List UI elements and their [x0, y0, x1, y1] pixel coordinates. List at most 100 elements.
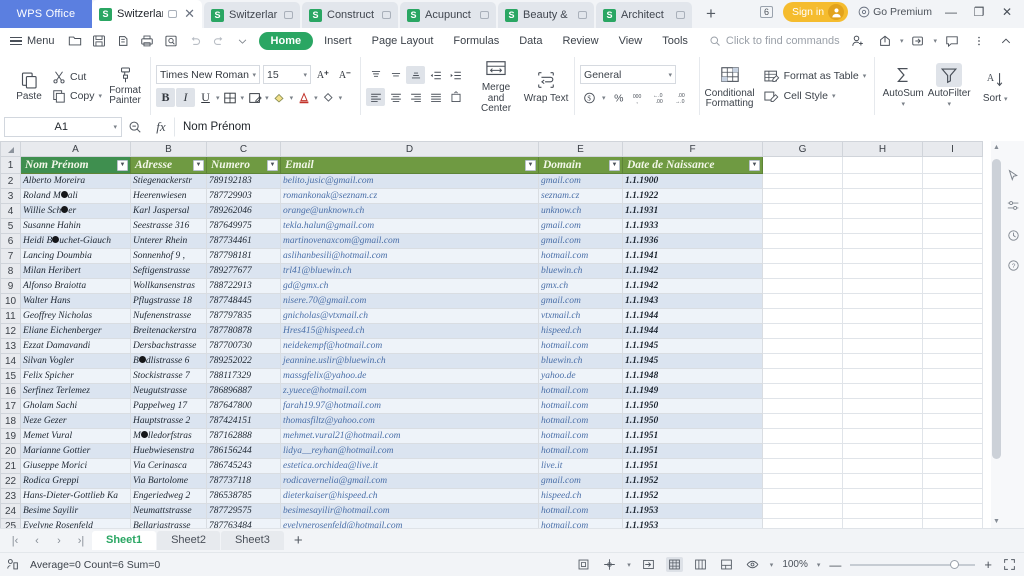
cell-addr[interactable]: Wollkansenstras: [131, 279, 207, 294]
tab-restore-icon[interactable]: [676, 11, 685, 19]
cell-name[interactable]: Silvan Vogler: [21, 354, 131, 369]
filter-dropdown-icon[interactable]: ▼: [749, 160, 760, 171]
column-header-F[interactable]: F: [623, 142, 763, 157]
share-icon[interactable]: [873, 30, 897, 52]
copy-caret-icon[interactable]: ▾: [99, 92, 103, 100]
cell-mail[interactable]: aslihanbesili@hotmail.com: [281, 249, 539, 264]
cell-date[interactable]: 1.1.1951: [623, 459, 763, 474]
column-header-C[interactable]: C: [207, 142, 281, 157]
empty-cell[interactable]: [843, 174, 923, 189]
filter-dropdown-icon[interactable]: ▼: [117, 160, 128, 171]
align-left-button[interactable]: [366, 88, 385, 106]
cell-num[interactable]: 787780878: [207, 324, 281, 339]
cell-name[interactable]: Walter Hans: [21, 294, 131, 309]
empty-cell[interactable]: [843, 157, 923, 174]
tab-count-badge[interactable]: 6: [760, 6, 773, 18]
clear-formatting-caret-icon[interactable]: ▾: [339, 94, 343, 102]
cell-num[interactable]: 787763484: [207, 519, 281, 529]
copy-button[interactable]: Copy ▾: [49, 88, 105, 104]
sheet-tab-sheet1[interactable]: Sheet1: [92, 531, 156, 550]
cell-mail[interactable]: rodicavernelia@gmail.com: [281, 474, 539, 489]
cell-num[interactable]: 786538785: [207, 489, 281, 504]
cell-addr[interactable]: Stiegenackerstr: [131, 174, 207, 189]
empty-cell[interactable]: [763, 354, 843, 369]
cell-name[interactable]: Alberto Moreira: [21, 174, 131, 189]
close-window-button[interactable]: ✕: [998, 5, 1016, 19]
empty-cell[interactable]: [923, 309, 983, 324]
cell-date[interactable]: 1.1.1941: [623, 249, 763, 264]
cell-addr[interactable]: Pflugstrasse 18: [131, 294, 207, 309]
number-format-caret-icon[interactable]: ▾: [669, 71, 673, 79]
cell-date[interactable]: 1.1.1952: [623, 474, 763, 489]
document-tab[interactable]: SSwitzerlar: [204, 2, 300, 28]
column-header-G[interactable]: G: [763, 142, 843, 157]
cell-name[interactable]: Giuseppe Morici: [21, 459, 131, 474]
borders-button[interactable]: [221, 88, 240, 107]
font-size-caret-icon[interactable]: ▾: [304, 71, 308, 79]
column-header-A[interactable]: A: [21, 142, 131, 157]
zoom-caret-icon[interactable]: ▾: [817, 561, 821, 569]
zoom-out-button[interactable]: —: [829, 558, 841, 572]
cell-num[interactable]: 787729903: [207, 189, 281, 204]
row-header-19[interactable]: 19: [1, 429, 21, 444]
cell-style-caret-icon[interactable]: ▾: [832, 92, 836, 100]
column-header-H[interactable]: H: [843, 142, 923, 157]
cell-addr[interactable]: Bellariastrasse: [131, 519, 207, 529]
ribbon-tab-formulas[interactable]: Formulas: [444, 33, 508, 49]
empty-cell[interactable]: [923, 174, 983, 189]
empty-cell[interactable]: [923, 354, 983, 369]
add-collaborator-icon[interactable]: [846, 30, 870, 52]
cell-mail[interactable]: gnicholas@vtxmail.ch: [281, 309, 539, 324]
cell-num[interactable]: 787700730: [207, 339, 281, 354]
empty-cell[interactable]: [923, 474, 983, 489]
row-header-15[interactable]: 15: [1, 369, 21, 384]
add-sheet-button[interactable]: +: [285, 532, 312, 549]
header-cell-domain[interactable]: Domain▼: [539, 157, 623, 174]
empty-cell[interactable]: [763, 189, 843, 204]
fill-color-caret-icon[interactable]: ▾: [290, 94, 294, 102]
cell-num[interactable]: 786156244: [207, 444, 281, 459]
empty-cell[interactable]: [923, 339, 983, 354]
fill-button[interactable]: Fill ▾: [1018, 57, 1024, 115]
table-row[interactable]: 8Milan HeribertSeftigenstrasse789277677t…: [1, 264, 983, 279]
cell-num[interactable]: 787647800: [207, 399, 281, 414]
empty-cell[interactable]: [843, 294, 923, 309]
cell-addr[interactable]: Dersbachstrasse: [131, 339, 207, 354]
row-header-17[interactable]: 17: [1, 399, 21, 414]
page-break-caret-icon[interactable]: ▾: [627, 561, 631, 569]
empty-cell[interactable]: [763, 414, 843, 429]
empty-cell[interactable]: [923, 219, 983, 234]
row-header-5[interactable]: 5: [1, 219, 21, 234]
zoom-in-button[interactable]: +: [984, 557, 992, 572]
empty-cell[interactable]: [843, 519, 923, 529]
row-header-18[interactable]: 18: [1, 414, 21, 429]
cell-num[interactable]: 789262046: [207, 204, 281, 219]
cell-addr[interactable]: Karl Jaspersal: [131, 204, 207, 219]
cell-num[interactable]: 788117329: [207, 369, 281, 384]
increase-font-size-button[interactable]: A: [314, 65, 333, 84]
empty-cell[interactable]: [923, 384, 983, 399]
cell-date[interactable]: 1.1.1900: [623, 174, 763, 189]
find-commands-search[interactable]: Click to find commands: [709, 35, 840, 47]
save-icon[interactable]: [87, 30, 111, 52]
empty-cell[interactable]: [763, 429, 843, 444]
history-icon[interactable]: [1007, 229, 1020, 242]
empty-cell[interactable]: [843, 459, 923, 474]
comment-icon[interactable]: [940, 30, 964, 52]
header-cell-date-de-naissance[interactable]: Date de Naissance▼: [623, 157, 763, 174]
quick-access-more-icon[interactable]: [231, 30, 255, 52]
cut-button[interactable]: Cut: [49, 69, 105, 85]
empty-cell[interactable]: [763, 279, 843, 294]
empty-cell[interactable]: [923, 519, 983, 529]
empty-cell[interactable]: [843, 474, 923, 489]
empty-cell[interactable]: [843, 279, 923, 294]
cell-date[interactable]: 1.1.1951: [623, 444, 763, 459]
decrease-indent-button[interactable]: [426, 66, 445, 84]
cell-num[interactable]: 787748445: [207, 294, 281, 309]
cell-date[interactable]: 1.1.1950: [623, 414, 763, 429]
cell-date[interactable]: 1.1.1936: [623, 234, 763, 249]
cell-num[interactable]: 787798181: [207, 249, 281, 264]
row-header-2[interactable]: 2: [1, 174, 21, 189]
ribbon-tab-review[interactable]: Review: [553, 33, 607, 49]
cell-num[interactable]: 789192183: [207, 174, 281, 189]
